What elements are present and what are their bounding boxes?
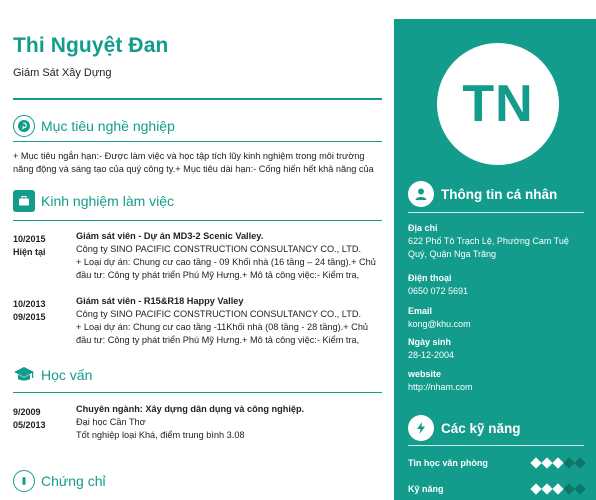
section-objective-title: Mục tiêu nghề nghiệp: [41, 118, 175, 134]
section-skills-header: Các kỹ năng: [408, 415, 521, 441]
skill-level-diamond: [530, 457, 542, 469]
skill-level-diamond: [574, 483, 586, 495]
certificate-icon: [13, 470, 35, 492]
skill-level-diamond: [574, 457, 586, 469]
header-divider: [13, 98, 382, 100]
birthdate-value: 28-12-2004: [408, 350, 455, 360]
skill-row: Tin học văn phòng: [408, 457, 586, 469]
experience-desc-2: đầu tư: Công ty phát triển Phú Mỹ Hưng.+…: [76, 270, 360, 280]
skill-name: Kỹ năng: [408, 484, 444, 494]
lightning-icon: [408, 415, 434, 441]
skill-level-diamond: [530, 483, 542, 495]
section-experience-line: [13, 220, 382, 221]
skill-level: [530, 457, 586, 469]
experience-date-from: 10/2013: [13, 299, 46, 309]
phone-value: 0650 072 5691: [408, 286, 469, 296]
experience-company: Công ty SINO PACIFIC CONSTRUCTION CONSUL…: [76, 309, 362, 319]
avatar-initials: TN: [462, 75, 534, 133]
skill-level-diamond: [563, 457, 575, 469]
education-school: Đại học Cần Thơ: [76, 417, 146, 427]
section-personal-title: Thông tin cá nhân: [441, 186, 558, 202]
experience-date-from: 10/2015: [13, 234, 46, 244]
skill-level-diamond: [552, 483, 564, 495]
user-icon: [408, 181, 434, 207]
experience-title: Giám sát viên - R15&R18 Happy Valley: [76, 296, 244, 306]
graduation-cap-icon: [13, 364, 35, 386]
skill-level-diamond: [541, 483, 553, 495]
skill-level-diamond: [541, 457, 553, 469]
candidate-role: Giám Sát Xây Dựng: [13, 67, 112, 79]
section-personal-line: [408, 212, 584, 213]
section-experience-header: Kinh nghiệm làm việc: [13, 188, 174, 214]
skill-level-diamond: [552, 457, 564, 469]
birthdate-label: Ngày sinh: [408, 337, 452, 347]
website-value[interactable]: http://nham.com: [408, 381, 588, 394]
website-label: website: [408, 369, 442, 379]
section-education-header: Học vấn: [13, 362, 92, 388]
section-certificates-header: Chứng chỉ: [13, 468, 106, 494]
section-experience-title: Kinh nghiệm làm việc: [41, 193, 175, 209]
experience-date-to: Hiện tại: [13, 247, 46, 257]
section-education-line: [13, 392, 382, 393]
education-note: Tốt nghiệp loại Khá, điểm trung bình 3.0…: [76, 430, 245, 440]
objective-line-1: + Mục tiêu ngắn hạn:- Được làm việc và h…: [13, 151, 365, 161]
experience-title: Giám sát viên - Dự án MD3-2 Scenic Valle…: [76, 231, 264, 241]
phone-label: Điện thoại: [408, 273, 452, 283]
skill-level: [530, 483, 586, 495]
section-objective-header: Mục tiêu nghề nghiệp: [13, 113, 175, 139]
education-date-from: 9/2009: [13, 407, 41, 417]
candidate-name: Thi Nguyệt Đan: [13, 34, 169, 57]
experience-date-to: 09/2015: [13, 312, 46, 322]
skill-level-diamond: [563, 483, 575, 495]
experience-desc-1: + Loại dự án: Chung cư cao tầng - 09 Khố…: [76, 257, 376, 267]
section-skills-title: Các kỹ năng: [441, 420, 521, 436]
skill-row: Kỹ năng: [408, 483, 586, 495]
pinterest-icon: [13, 115, 35, 137]
section-personal-header: Thông tin cá nhân: [408, 181, 557, 207]
experience-desc-2: đầu tư: Công ty phát triển Phú Mỹ Hưng.+…: [76, 335, 360, 345]
address-label: Địa chỉ: [408, 223, 438, 233]
main-column: Thi Nguyệt Đan Giám Sát Xây Dựng Mục tiê…: [0, 0, 386, 500]
section-certificates-title: Chứng chỉ: [41, 473, 106, 489]
avatar: TN: [437, 43, 559, 165]
section-objective-line: [13, 141, 382, 142]
section-education-title: Học vấn: [41, 367, 93, 383]
briefcase-icon: [13, 190, 35, 212]
email-label: Email: [408, 306, 433, 316]
experience-company: Công ty SINO PACIFIC CONSTRUCTION CONSUL…: [76, 244, 362, 254]
experience-desc-1: + Loại dự án: Chung cư cao tầng -11Khối …: [76, 322, 369, 332]
address-value: 622 Phố Tô Trạch Lệ, Phường Cam Tuệ Quý,…: [408, 236, 569, 259]
sidebar: TN Thông tin cá nhân Địa chỉ 622 Phố Tô …: [394, 19, 596, 500]
education-date-to: 05/2013: [13, 420, 46, 430]
section-skills-line: [408, 445, 584, 446]
email-value[interactable]: kong@khu.com: [408, 318, 588, 331]
education-title: Chuyên ngành: Xây dựng dân dụng và công …: [76, 404, 305, 414]
skill-name: Tin học văn phòng: [408, 458, 488, 468]
objective-line-2: năng động và sáng tạo của quý công ty.+ …: [13, 164, 374, 174]
